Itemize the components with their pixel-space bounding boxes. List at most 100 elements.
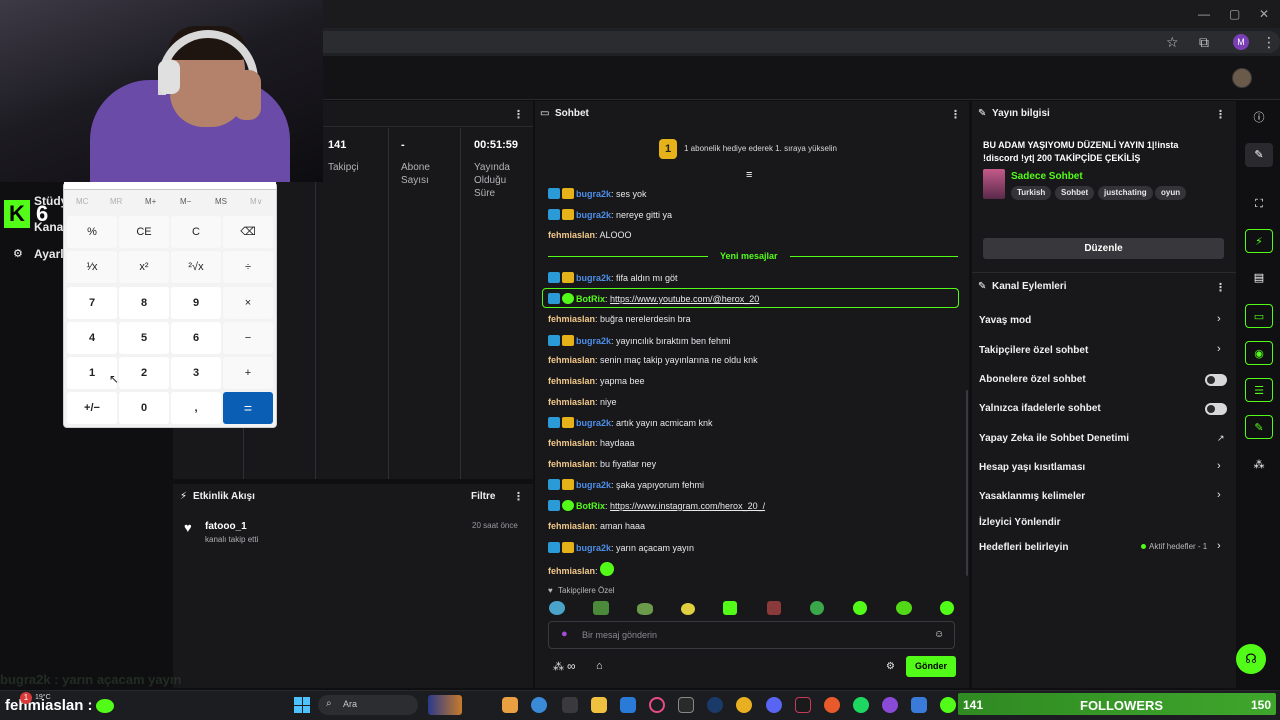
minimize-icon[interactable]: — <box>1198 7 1210 21</box>
emoji-icon[interactable]: ☺ <box>934 629 944 640</box>
emote-icon[interactable] <box>896 601 912 615</box>
tag-chip[interactable]: Turkish <box>1011 186 1052 200</box>
bookmark-star-icon[interactable]: ☆ <box>1166 34 1179 51</box>
chat-username[interactable]: bugra2k <box>576 543 611 553</box>
plus-key[interactable]: + <box>223 357 273 389</box>
chat-username[interactable]: bugra2k <box>576 189 611 199</box>
chat-icon[interactable]: ▭ <box>1245 304 1273 328</box>
close-icon[interactable]: ✕ <box>1259 7 1269 21</box>
emote-icon[interactable] <box>853 601 867 615</box>
age-restriction-row[interactable]: Hesap yaşı kısıtlaması <box>979 462 1085 473</box>
points-icon[interactable]: ⁂ <box>1245 453 1273 477</box>
chat-username[interactable]: fehmiaslan <box>548 459 595 469</box>
outlook-icon[interactable] <box>620 697 636 713</box>
stream-info-menu-icon[interactable]: ⋮ <box>1215 108 1226 121</box>
document-icon[interactable]: ▤ <box>1245 266 1273 290</box>
digit-3-key[interactable]: 3 <box>171 357 221 389</box>
broadcast-icon[interactable]: ◉ <box>1245 341 1273 365</box>
microphone-icon[interactable]: ● <box>561 628 568 640</box>
digit-0-key[interactable]: 0 <box>119 392 169 424</box>
digit-6-key[interactable]: 6 <box>171 322 221 354</box>
tag-chip[interactable]: Sohbet <box>1055 186 1095 200</box>
maximize-icon[interactable]: ▢ <box>1229 7 1240 21</box>
steam-icon[interactable] <box>707 697 723 713</box>
followers-chat-row[interactable]: Takipçilere özel sohbet <box>979 345 1088 356</box>
emote-icon[interactable] <box>549 601 565 615</box>
chat-username[interactable]: fehmiaslan <box>548 376 595 386</box>
folder-icon[interactable] <box>591 697 607 713</box>
square-root-key[interactable]: ²√x <box>171 251 221 283</box>
chevron-right-icon[interactable]: › <box>1217 540 1221 552</box>
user-avatar[interactable] <box>1232 68 1252 88</box>
chat-menu-icon[interactable]: ⋮ <box>950 108 961 121</box>
digit-4-key[interactable]: 4 <box>67 322 117 354</box>
chat-username[interactable]: fehmiaslan <box>548 230 595 240</box>
chat-username[interactable]: bugra2k <box>576 273 611 283</box>
memory-clear-button[interactable]: MC <box>76 197 88 206</box>
kick-app-icon[interactable] <box>940 697 956 713</box>
digit-7-key[interactable]: 7 <box>67 287 117 319</box>
chat-username[interactable]: fehmiaslan <box>548 355 595 365</box>
channel-actions-menu-icon[interactable]: ⋮ <box>1215 281 1226 294</box>
event-feed-menu-icon[interactable]: ⋮ <box>513 490 524 503</box>
chevron-right-icon[interactable]: › <box>1217 460 1221 472</box>
settings-gear-icon[interactable]: ⚙ <box>13 247 23 260</box>
chat-username[interactable]: fehmiaslan <box>548 566 595 576</box>
chevron-right-icon[interactable]: › <box>1217 489 1221 501</box>
app-icon[interactable] <box>502 697 518 713</box>
sidebar-item-settings[interactable]: Ayarl <box>34 247 64 261</box>
digit-5-key[interactable]: 5 <box>119 322 169 354</box>
category-thumbnail[interactable] <box>983 169 1005 199</box>
emote-icon[interactable] <box>637 603 653 615</box>
game-banner-icon[interactable] <box>428 695 462 715</box>
memory-subtract-button[interactable]: M− <box>180 197 191 206</box>
chat-username[interactable]: fehmiaslan <box>548 438 595 448</box>
support-headset-icon[interactable]: ☊ <box>1236 644 1266 674</box>
edit-icon[interactable]: ✎ <box>1245 143 1273 167</box>
memory-store-button[interactable]: MS <box>215 197 227 206</box>
emote-icon[interactable] <box>681 603 695 615</box>
chat-scrollbar[interactable] <box>966 390 968 576</box>
capcut-icon[interactable] <box>795 697 811 713</box>
chevron-right-icon[interactable]: › <box>1217 343 1221 355</box>
memory-add-button[interactable]: M+ <box>145 197 156 206</box>
flash-icon[interactable]: ⚡ <box>1245 229 1273 253</box>
banned-words-row[interactable]: Yasaklanmış kelimeler <box>979 491 1085 502</box>
equals-key[interactable]: = <box>223 392 273 424</box>
percent-key[interactable]: % <box>67 216 117 248</box>
square-key[interactable]: x² <box>119 251 169 283</box>
chat-username[interactable]: BotRix <box>576 501 605 511</box>
category-name[interactable]: Sadece Sohbet <box>1011 171 1083 182</box>
redirect-row[interactable]: İzleyici Yönlendir <box>979 517 1061 528</box>
opera-icon[interactable] <box>649 697 665 713</box>
fullscreen-icon[interactable]: ⛶ <box>1245 192 1273 216</box>
chat-username[interactable]: bugra2k <box>576 480 611 490</box>
chat-username[interactable]: bugra2k <box>576 336 611 346</box>
goals-row[interactable]: Hedefleri belirleyin <box>979 542 1068 553</box>
memory-list-button[interactable]: M∨ <box>250 197 263 206</box>
task-view-icon[interactable] <box>562 697 578 713</box>
taskbar-search[interactable] <box>318 695 418 715</box>
chat-username[interactable]: BotRix <box>576 294 605 304</box>
digit-8-key[interactable]: 8 <box>119 287 169 319</box>
slow-mode-row[interactable]: Yavaş mod <box>979 315 1031 326</box>
chat-settings-gear-icon[interactable]: ⚙ <box>886 661 895 672</box>
epic-games-icon[interactable] <box>678 697 694 713</box>
emote-chat-toggle[interactable] <box>1205 403 1227 415</box>
points-icon[interactable]: ⁂ <box>553 660 564 673</box>
multiply-key[interactable]: × <box>223 287 273 319</box>
info-icon[interactable]: ⓘ <box>1245 106 1273 130</box>
sidebar-item-channel[interactable]: Kanal <box>34 220 67 234</box>
filter-button[interactable]: Filtre <box>471 491 495 502</box>
profile-app-icon[interactable] <box>882 697 898 713</box>
subs-chat-toggle[interactable] <box>1205 374 1227 386</box>
wrench-icon[interactable]: ✎ <box>1245 415 1273 439</box>
edit-button[interactable]: Düzenle <box>983 238 1224 259</box>
chat-username[interactable]: bugra2k <box>576 418 611 428</box>
weather-temp[interactable]: 19°C <box>35 694 51 701</box>
emote-icon[interactable] <box>593 601 609 615</box>
digit-2-key[interactable]: 2 <box>119 357 169 389</box>
emote-icon[interactable] <box>723 601 737 615</box>
emote-icon[interactable] <box>940 601 954 615</box>
digit-9-key[interactable]: 9 <box>171 287 221 319</box>
